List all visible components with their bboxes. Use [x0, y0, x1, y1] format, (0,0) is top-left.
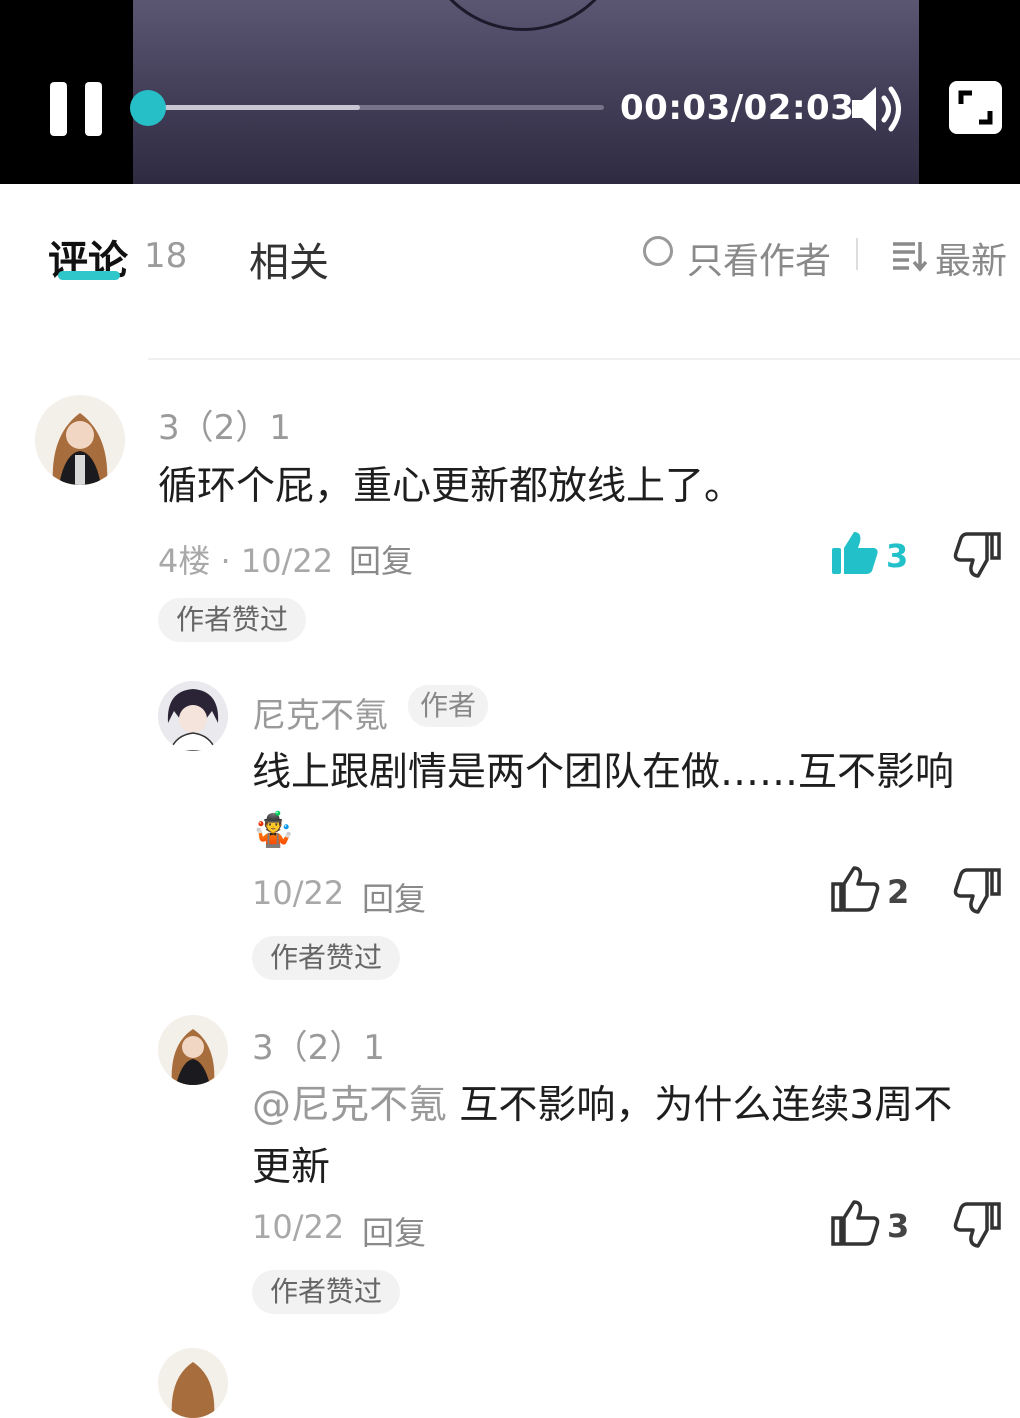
sort-icon[interactable]: [891, 238, 927, 274]
author-tag: 作者: [408, 685, 489, 727]
comment-content-line: @尼克不氪 互不影响，为什么连续3周不: [252, 1075, 952, 1137]
comments-count: 18: [144, 236, 188, 276]
thumbs-down-icon[interactable]: [953, 1200, 1003, 1248]
mention-link[interactable]: @尼克不氪: [252, 1083, 447, 1128]
comment-text: 互不影响，为什么连续3周不: [459, 1083, 953, 1128]
playback-time: 00:03/02:03: [620, 88, 855, 128]
comment-meta: 10/22: [252, 874, 345, 912]
divider: [856, 238, 858, 270]
thumbs-up-icon[interactable]: [830, 530, 880, 576]
radio-icon[interactable]: [643, 236, 673, 266]
avatar[interactable]: [158, 681, 228, 751]
like-count: 3: [887, 1207, 910, 1245]
comment-content-line: 更新: [252, 1145, 331, 1190]
progress-knob[interactable]: [130, 90, 166, 126]
divider: [148, 358, 1020, 360]
pause-icon[interactable]: [50, 82, 102, 136]
fullscreen-icon[interactable]: [948, 80, 1003, 135]
comment-username[interactable]: 3（2）1: [158, 400, 291, 449]
like-count: 3: [886, 537, 909, 575]
author-liked-badge: 作者赞过: [252, 936, 401, 980]
author-liked-badge: 作者赞过: [158, 598, 307, 642]
progress-buffered: [148, 105, 360, 110]
reply-button[interactable]: 回复: [349, 536, 413, 582]
comment-username[interactable]: 3（2）1: [252, 1020, 385, 1069]
avatar[interactable]: [158, 1015, 228, 1085]
comment-meta: 10/22: [252, 1208, 345, 1246]
comment-content: 线上跟剧情是两个团队在做……互不影响: [252, 750, 955, 795]
avatar[interactable]: [158, 1348, 228, 1418]
thumbs-up-icon[interactable]: [830, 1200, 880, 1246]
thumbs-down-icon[interactable]: [953, 530, 1003, 578]
comment-meta: 4楼 · 10/22: [158, 542, 334, 580]
volume-icon[interactable]: [848, 82, 906, 136]
tab-active-indicator: [58, 271, 120, 280]
only-author-filter[interactable]: 只看作者: [687, 232, 831, 284]
comment-username[interactable]: 尼克不氪: [252, 688, 388, 737]
comment-content: 循环个屁，重心更新都放线上了。: [158, 464, 744, 509]
author-liked-badge: 作者赞过: [252, 1270, 401, 1314]
reply-button[interactable]: 回复: [362, 874, 426, 920]
thumbs-down-icon[interactable]: [953, 866, 1003, 914]
sort-latest[interactable]: 最新: [935, 232, 1007, 284]
reply-button[interactable]: 回复: [362, 1208, 426, 1254]
emoji: 🤹: [252, 810, 295, 850]
thumbs-up-icon[interactable]: [830, 866, 880, 912]
like-count: 2: [887, 873, 910, 911]
avatar[interactable]: [35, 395, 125, 485]
tab-related[interactable]: 相关: [249, 230, 329, 288]
